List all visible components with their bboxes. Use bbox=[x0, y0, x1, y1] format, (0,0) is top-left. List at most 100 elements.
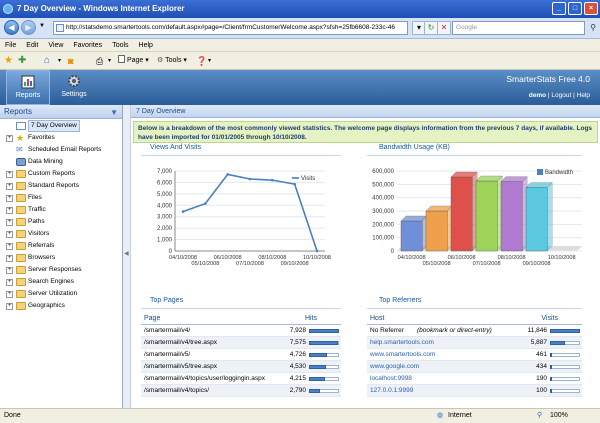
table-row[interactable]: localhost:9998 190 bbox=[367, 373, 582, 385]
host-cell[interactable]: 127.0.0.1:9999 bbox=[370, 385, 413, 397]
expand-icon[interactable]: + bbox=[6, 171, 13, 178]
expand-icon[interactable]: + bbox=[6, 243, 13, 250]
url-field[interactable]: http://statsdemo.smartertools.com/defaul… bbox=[53, 21, 408, 35]
menu-edit[interactable]: Edit bbox=[21, 39, 43, 52]
hits-column-header[interactable]: Hits bbox=[305, 312, 317, 325]
expand-icon[interactable]: + bbox=[6, 195, 13, 202]
forward-button[interactable]: ▶ bbox=[21, 20, 36, 35]
sidebar-item[interactable]: + Custom Reports bbox=[0, 168, 122, 180]
menu-file[interactable]: File bbox=[0, 39, 21, 52]
host-cell: No Referrer bbox=[370, 327, 404, 334]
help-icon[interactable]: ❓ bbox=[196, 55, 207, 67]
sidebar-item[interactable]: Data Mining bbox=[0, 156, 122, 168]
expand-icon[interactable]: + bbox=[6, 135, 13, 142]
zoom-icon[interactable]: ⚲ bbox=[537, 409, 542, 423]
sidebar-item[interactable]: + Server Utilization bbox=[0, 288, 122, 300]
table-row[interactable]: /smartermail/v5/tree.aspx 4,530 bbox=[141, 361, 341, 373]
sidebar-item[interactable]: + Files bbox=[0, 192, 122, 204]
menu-favorites[interactable]: Favorites bbox=[68, 39, 107, 52]
stop-icon[interactable]: ✕ bbox=[437, 21, 451, 35]
table-row[interactable]: www.smartertools.com 461 bbox=[367, 349, 582, 361]
table-row[interactable]: 127.0.0.1:9999 100 bbox=[367, 385, 582, 397]
tools-menu-button[interactable]: ⚙ Tools ▾ bbox=[157, 55, 187, 67]
table-row[interactable]: help.smartertools.com 5,887 bbox=[367, 337, 582, 349]
print-icon[interactable]: ⎙ bbox=[96, 55, 103, 67]
sidebar-item[interactable]: + Traffic bbox=[0, 204, 122, 216]
table-row[interactable]: /smartermail/v4/7,928 bbox=[141, 325, 341, 337]
table-row[interactable]: /smartermail/v5/4,726 bbox=[141, 349, 341, 361]
host-cell[interactable]: www.google.com bbox=[370, 361, 419, 373]
folder-icon bbox=[16, 218, 26, 226]
back-button[interactable]: ◀ bbox=[4, 20, 19, 35]
home-icon[interactable]: ⌂ bbox=[44, 55, 50, 67]
x-tick-label: 05/10/2008 bbox=[423, 261, 451, 267]
expand-icon[interactable]: + bbox=[6, 267, 13, 274]
report-page-icon bbox=[16, 122, 26, 130]
page-column-header[interactable]: Page bbox=[144, 312, 160, 325]
nav-settings[interactable]: Settings bbox=[52, 70, 96, 105]
table-row[interactable]: /smartermail/v4/topics/2,790 bbox=[141, 385, 341, 397]
expand-icon[interactable]: + bbox=[6, 183, 13, 190]
expand-icon[interactable]: + bbox=[6, 279, 13, 286]
table-row[interactable]: www.google.com 434 bbox=[367, 361, 582, 373]
host-cell[interactable]: localhost:9998 bbox=[370, 373, 412, 385]
sidebar-item[interactable]: + Visitors bbox=[0, 228, 122, 240]
menu-help[interactable]: Help bbox=[134, 39, 158, 52]
sidebar-item[interactable]: + Referrals bbox=[0, 240, 122, 252]
expand-icon[interactable]: + bbox=[6, 219, 13, 226]
page-menu-button[interactable]: Page ▾ bbox=[118, 55, 149, 67]
y-tick-label: 1,000 bbox=[157, 238, 173, 244]
expand-icon[interactable]: + bbox=[6, 291, 13, 298]
sidebar-item[interactable]: + Standard Reports bbox=[0, 180, 122, 192]
folder-icon bbox=[16, 242, 26, 250]
sidebar-item[interactable]: + Paths bbox=[0, 216, 122, 228]
sidebar-item[interactable]: + Browsers bbox=[0, 252, 122, 264]
maximize-button[interactable]: □ bbox=[568, 2, 582, 15]
divider bbox=[367, 155, 582, 156]
menu-tools[interactable]: Tools bbox=[107, 39, 133, 52]
help-link[interactable]: Help bbox=[577, 92, 590, 99]
top-pages-table: Page Hits /smartermail/v4/7,928/smarterma… bbox=[141, 312, 341, 397]
zoom-level[interactable]: 100% bbox=[550, 409, 568, 423]
logout-link[interactable]: Logout bbox=[551, 92, 571, 99]
favorites-star-icon[interactable]: ★ bbox=[4, 55, 13, 67]
host-column-header[interactable]: Host bbox=[370, 312, 384, 325]
home-dropdown-icon[interactable]: ▾ bbox=[58, 55, 61, 67]
help-dropdown-icon[interactable]: ▾ bbox=[208, 55, 211, 67]
sidebar: Reports ▼ 7 Day Overview + ★ Favorites ✉ Sche… bbox=[0, 105, 123, 408]
expand-icon[interactable]: + bbox=[6, 207, 13, 214]
expand-icon[interactable]: + bbox=[6, 255, 13, 262]
sidebar-item[interactable]: + ★ Favorites bbox=[0, 132, 122, 144]
sidebar-item-label: Visitors bbox=[28, 230, 50, 237]
splitter[interactable]: ◀ bbox=[123, 105, 131, 408]
host-cell[interactable]: help.smartertools.com bbox=[370, 337, 434, 349]
page-cell: /smartermail/v4/ bbox=[144, 327, 191, 334]
feeds-icon[interactable]: ◙ bbox=[68, 55, 73, 67]
host-cell[interactable]: www.smartertools.com bbox=[370, 349, 435, 361]
search-icon[interactable]: ⚲ bbox=[590, 22, 596, 34]
table-row[interactable]: /smartermail/v4/topics/user/loggingin.as… bbox=[141, 373, 341, 385]
minimize-button[interactable]: _ bbox=[552, 2, 566, 15]
top-referrers-table: Host Visits No Referrer (bookmark or direc… bbox=[367, 312, 582, 397]
expand-icon[interactable]: + bbox=[6, 231, 13, 238]
menu-view[interactable]: View bbox=[43, 39, 68, 52]
expand-icon[interactable]: + bbox=[6, 303, 13, 310]
table-row[interactable]: No Referrer (bookmark or direct-entry) 11,… bbox=[367, 325, 582, 337]
table-row[interactable]: /smartermail/v4/tree.aspx 7,575 bbox=[141, 337, 341, 349]
add-favorite-icon[interactable]: ✚ bbox=[18, 55, 26, 67]
history-dropdown-icon[interactable]: ▼ bbox=[39, 23, 45, 29]
close-button[interactable]: × bbox=[584, 2, 598, 15]
sidebar-item[interactable]: + Geographics bbox=[0, 300, 122, 312]
collapse-icon[interactable]: ▼ bbox=[110, 106, 118, 120]
refresh-icon[interactable]: ↻ bbox=[424, 21, 438, 35]
sidebar-item[interactable]: ✉ Scheduled Email Reports bbox=[0, 144, 122, 156]
sidebar-item[interactable]: + Search Engines bbox=[0, 276, 122, 288]
y-tick-label: 4,000 bbox=[157, 203, 173, 209]
x-tick-label: 06/10/2008 bbox=[448, 255, 476, 261]
visits-column-header[interactable]: Visits bbox=[541, 312, 558, 325]
sidebar-item[interactable]: + Server Responses bbox=[0, 264, 122, 276]
search-input[interactable]: Google ⚲ bbox=[452, 21, 596, 35]
print-dropdown-icon[interactable]: ▾ bbox=[108, 55, 111, 67]
nav-reports[interactable]: Reports bbox=[6, 70, 50, 105]
sidebar-item[interactable]: 7 Day Overview bbox=[0, 120, 122, 132]
